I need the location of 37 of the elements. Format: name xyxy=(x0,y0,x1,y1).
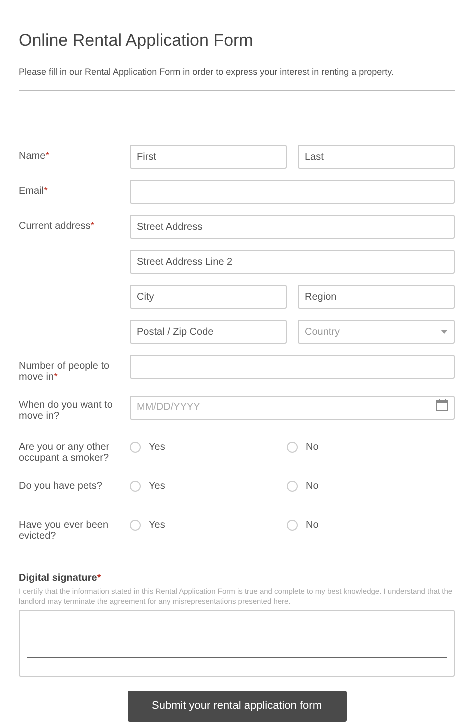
field-label: When do you want to move in? xyxy=(19,399,114,422)
option-label: No xyxy=(306,441,319,455)
option-label: No xyxy=(306,480,319,494)
field-label: Name* xyxy=(19,150,51,162)
calendar-icon[interactable] xyxy=(436,399,449,412)
radio-button[interactable] xyxy=(130,520,141,531)
input-field[interactable]: Street Address Line 2 xyxy=(130,250,455,274)
radio-button[interactable] xyxy=(287,481,298,492)
input-field[interactable]: Street Address xyxy=(130,215,455,239)
field-label: Have you ever been evicted? xyxy=(19,520,110,542)
form-description: Please fill in our Rental Application Form in order to express your interest in renting a property. xyxy=(19,66,396,78)
input-field[interactable]: Last xyxy=(298,145,455,169)
field-label: Are you or any other occupant a smoker? xyxy=(19,442,111,464)
field-label: Number of people to move in* xyxy=(19,360,111,383)
submit-button[interactable]: Submit your rental application form xyxy=(128,691,346,722)
input-field[interactable]: Region xyxy=(298,285,455,309)
field-label: Current address* xyxy=(19,220,96,232)
input-field[interactable]: First xyxy=(130,145,287,169)
date-field[interactable]: MM/DD/YYYY xyxy=(130,396,455,420)
input-field[interactable]: City xyxy=(130,285,287,309)
option-label: Yes xyxy=(149,480,166,494)
radio-button[interactable] xyxy=(130,481,141,492)
input-field[interactable] xyxy=(130,355,455,379)
caret-icon xyxy=(441,330,448,334)
signature-label: Digital signature* xyxy=(19,573,102,585)
radio-button[interactable] xyxy=(130,442,141,453)
field-label: Email* xyxy=(19,185,49,197)
option-label: Yes xyxy=(149,519,166,533)
radio-button[interactable] xyxy=(287,442,298,453)
radio-button[interactable] xyxy=(287,520,298,531)
field-label: Do you have pets? xyxy=(19,481,104,492)
option-label: Yes xyxy=(149,441,166,455)
form-title: Online Rental Application Form xyxy=(19,30,254,52)
input-field[interactable]: Postal / Zip Code xyxy=(130,320,287,344)
option-label: No xyxy=(306,519,319,533)
input-field[interactable] xyxy=(130,180,455,204)
signature-pad[interactable] xyxy=(19,610,455,677)
